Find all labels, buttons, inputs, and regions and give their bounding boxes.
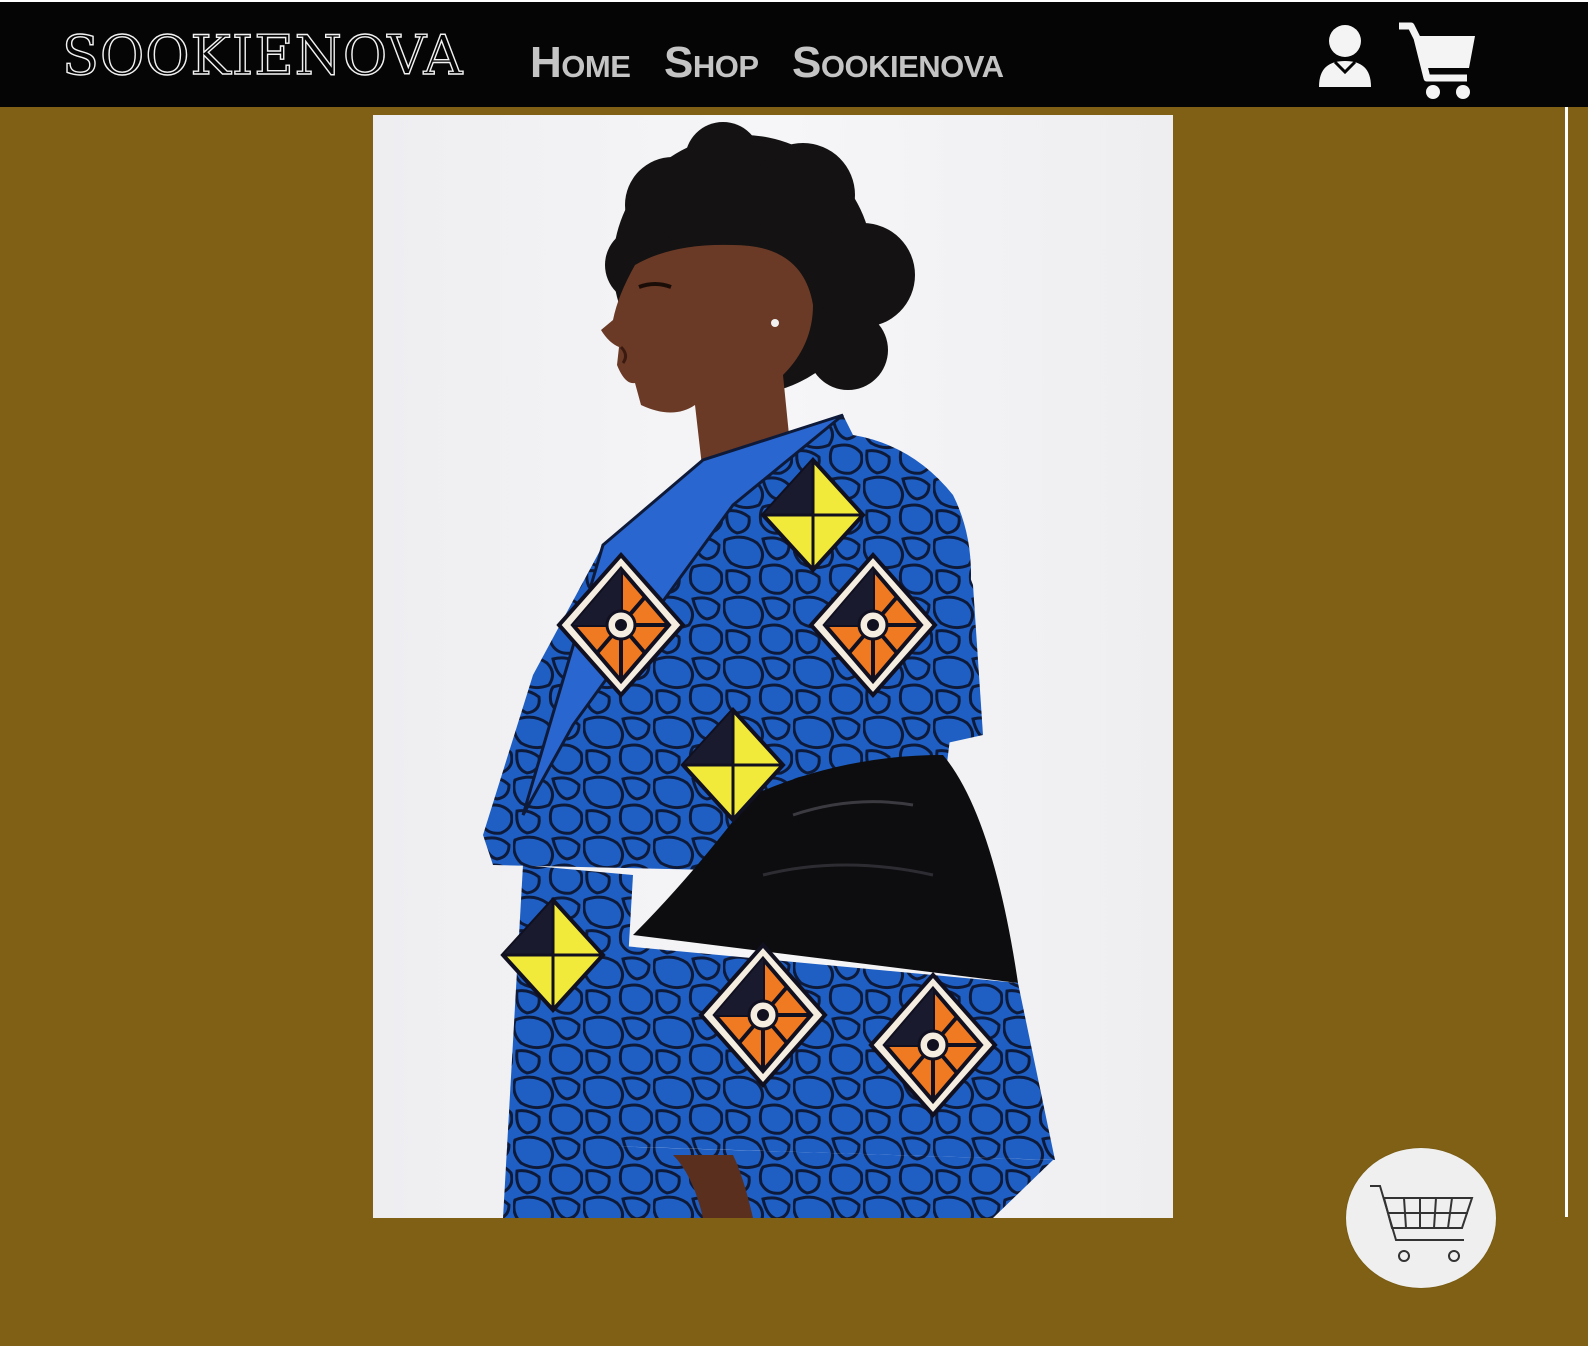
nav-shop-link[interactable]: Shop [664,38,759,88]
nav-home-link[interactable]: Home [530,38,631,88]
shopping-cart-icon[interactable] [1397,20,1479,102]
site-header: SOOKIENOVA Home Shop Sookienova [0,0,1588,107]
nav-sookienova-link[interactable]: Sookienova [792,38,1004,88]
user-icon[interactable] [1317,24,1373,88]
brand-logo[interactable]: SOOKIENOVA [61,23,464,88]
page-edge-divider [1565,107,1568,1217]
floating-cart-button[interactable] [1346,1148,1496,1288]
hero-product-image[interactable] [373,115,1173,1218]
cart-outline-icon [1370,1185,1474,1262]
